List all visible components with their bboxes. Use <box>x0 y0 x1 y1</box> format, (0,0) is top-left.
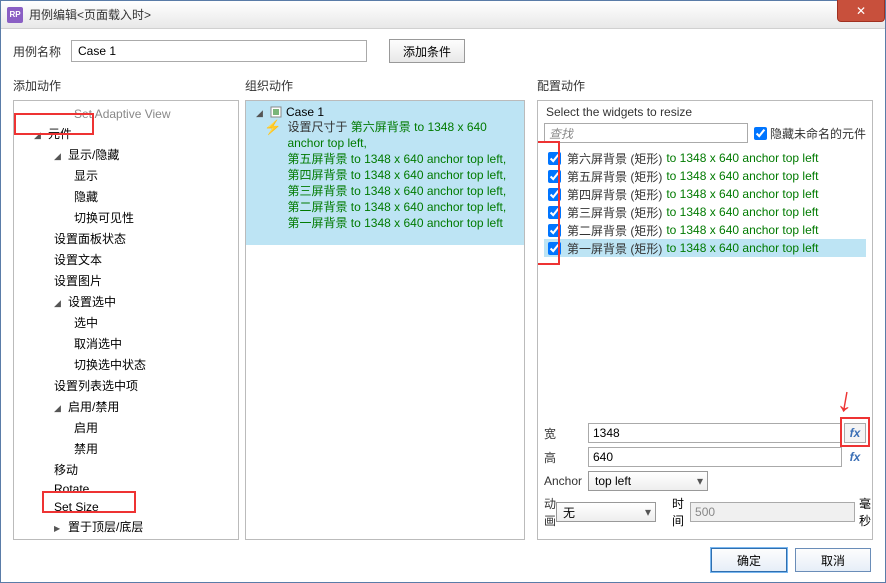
widget-row[interactable]: 第五屏背景 (矩形)to 1348 x 640 anchor top left <box>544 167 866 185</box>
anim-select[interactable]: 无 <box>556 502 656 522</box>
tree-item-togglevis[interactable]: 切换可见性 <box>14 207 238 228</box>
tree-item-widgets[interactable]: 元件 <box>14 123 238 144</box>
fx-button-height[interactable]: fx <box>844 447 866 467</box>
width-label: 宽 <box>544 425 588 442</box>
col3-header: 配置动作 <box>537 77 873 94</box>
anchor-select[interactable]: top left <box>588 471 708 491</box>
configure-panel: Select the widgets to resize 隐藏未命名的元件 第六… <box>537 100 873 540</box>
close-icon: ✕ <box>856 4 866 18</box>
tree-item-enable[interactable]: 启用 <box>14 417 238 438</box>
actions-tree-panel: Set Adaptive View 元件 显示/隐藏 显示 隐藏 切换可见性 设… <box>13 100 239 540</box>
title-bar: RP 用例编辑<页面载入时> ✕ <box>1 1 885 29</box>
widget-row[interactable]: 第二屏背景 (矩形)to 1348 x 640 anchor top left <box>544 221 866 239</box>
close-button[interactable]: ✕ <box>837 0 885 22</box>
hide-unnamed-checkbox[interactable]: 隐藏未命名的元件 <box>754 125 866 142</box>
tree-item-move[interactable]: 移动 <box>14 459 238 480</box>
tree-item-hide[interactable]: 隐藏 <box>14 186 238 207</box>
bolt-icon: ⚡ <box>264 119 281 231</box>
tree-item-settext[interactable]: 设置文本 <box>14 249 238 270</box>
action-line[interactable]: 第四屏背景 to 1348 x 640 anchor top left, <box>287 167 518 183</box>
window-title: 用例编辑<页面载入时> <box>29 6 151 23</box>
tree-item-show[interactable]: 显示 <box>14 165 238 186</box>
tree-item-togsel[interactable]: 切换选中状态 <box>14 354 238 375</box>
action-line[interactable]: 第一屏背景 to 1348 x 640 anchor top left <box>287 215 518 231</box>
action-line[interactable]: 第三屏背景 to 1348 x 640 anchor top left, <box>287 183 518 199</box>
widget-row[interactable]: 第三屏背景 (矩形)to 1348 x 640 anchor top left <box>544 203 866 221</box>
tree-item-bringfront[interactable]: 置于顶层/底层 <box>14 516 238 537</box>
tree-item[interactable]: Set Adaptive View <box>14 105 238 123</box>
tree-item-rotate[interactable]: Rotate <box>14 480 238 498</box>
col1-header: 添加动作 <box>13 77 239 94</box>
tree-item-setsize[interactable]: Set Size <box>14 498 238 516</box>
widget-row[interactable]: 第六屏背景 (矩形)to 1348 x 640 anchor top left <box>544 149 866 167</box>
app-icon: RP <box>7 7 23 23</box>
tree-item-listsel[interactable]: 设置列表选中项 <box>14 375 238 396</box>
case-icon <box>270 106 282 118</box>
case-name-input[interactable] <box>71 40 367 62</box>
fx-button-width[interactable]: fx <box>844 423 866 443</box>
organize-panel: Case 1 ⚡ 设置尺寸于 第六屏背景 to 1348 x 640 ancho… <box>245 100 525 540</box>
case-name: Case 1 <box>286 105 324 119</box>
time-label: 时间 <box>672 495 684 529</box>
search-input[interactable] <box>544 123 748 143</box>
tree-item-selgroup[interactable]: 设置选中 <box>14 291 238 312</box>
tree-item-sel[interactable]: 选中 <box>14 312 238 333</box>
action-line[interactable]: 第二屏背景 to 1348 x 640 anchor top left, <box>287 199 518 215</box>
widget-row[interactable]: 第一屏背景 (矩形)to 1348 x 640 anchor top left <box>544 239 866 257</box>
tree-item-setimage[interactable]: 设置图片 <box>14 270 238 291</box>
action-line[interactable]: 第五屏背景 to 1348 x 640 anchor top left, <box>287 151 518 167</box>
case-name-label: 用例名称 <box>13 43 61 60</box>
width-input[interactable] <box>588 423 842 443</box>
anchor-label: Anchor <box>544 474 588 488</box>
case-row[interactable]: Case 1 <box>252 105 518 119</box>
cancel-button[interactable]: 取消 <box>795 548 871 572</box>
tree-item-panelstate[interactable]: 设置面板状态 <box>14 228 238 249</box>
cfg-header: Select the widgets to resize <box>538 101 872 121</box>
arrow-annotation: ↓ <box>834 380 858 421</box>
ms-label: 毫秒 <box>859 495 871 529</box>
add-condition-button[interactable]: 添加条件 <box>389 39 465 63</box>
time-input <box>690 502 855 522</box>
col2-header: 组织动作 <box>245 77 525 94</box>
tree-item-showhide[interactable]: 显示/隐藏 <box>14 144 238 165</box>
anim-label: 动画 <box>544 495 556 529</box>
height-input[interactable] <box>588 447 842 467</box>
tree-item-unsel[interactable]: 取消选中 <box>14 333 238 354</box>
height-label: 高 <box>544 449 588 466</box>
ok-button[interactable]: 确定 <box>711 548 787 572</box>
widget-row[interactable]: 第四屏背景 (矩形)to 1348 x 640 anchor top left <box>544 185 866 203</box>
tree-item-disable[interactable]: 禁用 <box>14 438 238 459</box>
tree-item-enabledisable[interactable]: 启用/禁用 <box>14 396 238 417</box>
